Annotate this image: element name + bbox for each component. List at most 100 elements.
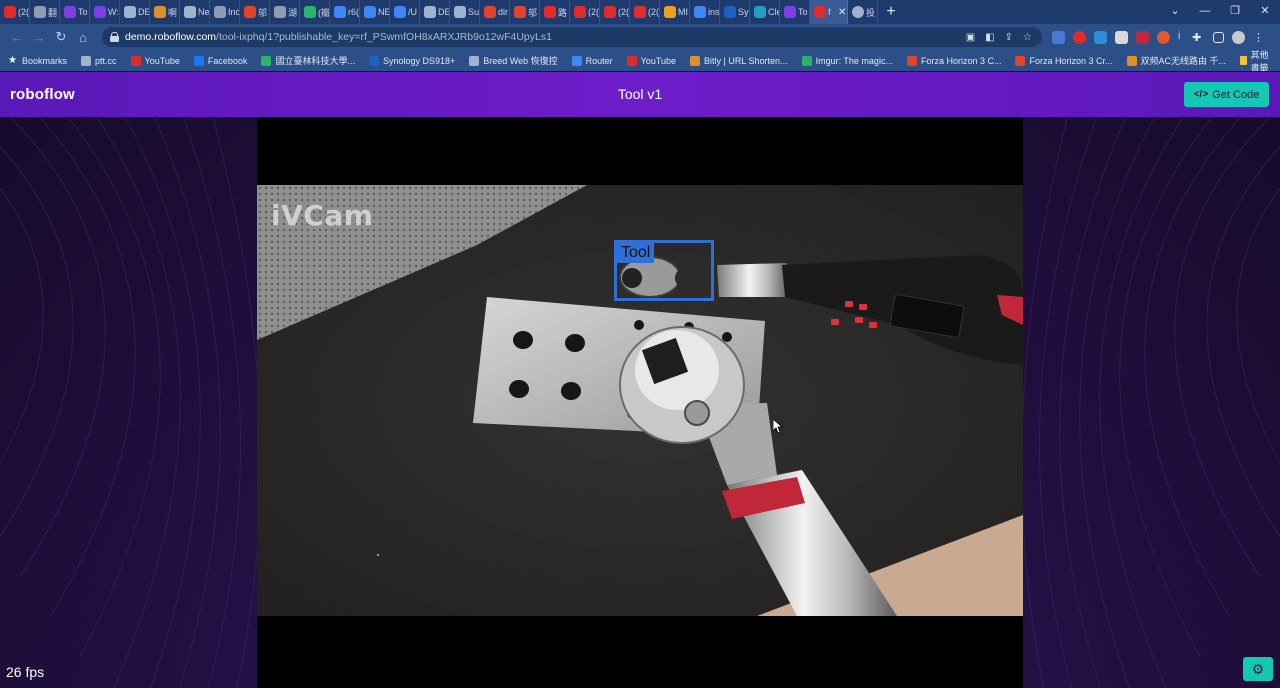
url-actions: ▣ ◧ ⇪ ☆ — [966, 32, 1042, 43]
bookmark-item[interactable]: Synology DS918+ — [368, 55, 455, 66]
browser-tab[interactable]: 湖 — [270, 0, 300, 24]
browser-tab[interactable]: r6( — [330, 0, 360, 24]
browser-tab[interactable]: 邬 — [240, 0, 270, 24]
browser-tab[interactable]: Inc — [210, 0, 240, 24]
browser-tab[interactable]: To — [60, 0, 90, 24]
browser-tab[interactable]: (2( — [630, 0, 660, 24]
bookmark-item[interactable]: Forza Horizon 3 Cr... — [1015, 55, 1113, 66]
url-field[interactable]: demo.roboflow.com /tool-ixphq/1?publisha… — [102, 27, 1042, 47]
browser-tab[interactable]: Ne — [180, 0, 210, 24]
ivcam-watermark: iVCam — [271, 199, 374, 232]
browser-tab[interactable]: 翻 — [30, 0, 60, 24]
bookmarks-menu[interactable]: ★ Bookmarks — [8, 54, 67, 66]
code-icon: </> — [1193, 89, 1209, 100]
browser-tab[interactable]: NE — [360, 0, 390, 24]
new-tab-button[interactable]: + — [878, 0, 904, 24]
browser-tab[interactable]: DE — [120, 0, 150, 24]
detection-box: Tool — [614, 240, 714, 301]
bookmark-item[interactable]: Router — [571, 55, 613, 66]
sidepanel-icon[interactable] — [1213, 31, 1224, 43]
settings-button[interactable]: ⚙ — [1243, 657, 1273, 681]
browser-tab[interactable]: W: — [90, 0, 120, 24]
active-browser-tab[interactable]: f ✕ — [810, 0, 848, 24]
tab-title: 邬 — [258, 7, 268, 18]
home-icon[interactable]: ⌂ — [72, 30, 94, 45]
extensions-bar: i ✚ ⋮ — [1052, 30, 1264, 44]
bookmark-item[interactable]: Facebook — [193, 55, 248, 66]
browser-tab[interactable]: MI — [660, 0, 690, 24]
browser-tab[interactable]: (瓣 — [300, 0, 330, 24]
browser-tab[interactable]: 路 — [540, 0, 570, 24]
translate-icon[interactable]: ◧ — [985, 32, 994, 43]
folder-icon — [1240, 56, 1247, 65]
detection-label: Tool — [617, 243, 655, 263]
browser-tab[interactable]: 投 — [848, 0, 878, 24]
avatar[interactable] — [1232, 30, 1245, 44]
info-icon[interactable]: i — [1178, 31, 1184, 44]
reload-icon[interactable]: ↻ — [50, 29, 72, 45]
close-window-button[interactable]: ✕ — [1250, 0, 1280, 24]
puzzle-icon[interactable]: ✚ — [1192, 31, 1205, 44]
bookmark-item[interactable]: 國立臺林科技大學... — [261, 54, 355, 67]
bookmark-label: 國立臺林科技大學... — [275, 56, 355, 66]
browser-tab[interactable]: 啊 — [150, 0, 180, 24]
browser-tab[interactable]: ins — [690, 0, 720, 24]
menu-icon[interactable]: ⋮ — [1253, 31, 1264, 44]
bookmark-item[interactable]: ptt.cc — [81, 55, 117, 66]
browser-tab[interactable]: dir — [480, 0, 510, 24]
browser-tab[interactable]: (2( — [570, 0, 600, 24]
close-tab-icon[interactable]: ✕ — [838, 7, 846, 18]
bookmark-item[interactable]: Forza Horizon 3 C... — [906, 55, 1001, 66]
bookmark-item[interactable]: YouTube — [626, 55, 676, 66]
tab-title: NE — [378, 7, 389, 17]
browser-tab[interactable]: Cle — [750, 0, 780, 24]
browser-tab[interactable]: Su — [450, 0, 480, 24]
extension-icon[interactable] — [1136, 30, 1149, 44]
forward-icon[interactable]: → — [28, 30, 50, 45]
extension-icon[interactable] — [1073, 30, 1086, 44]
extension-icon[interactable] — [1115, 30, 1128, 44]
bookmark-favicon-icon — [906, 55, 917, 66]
tab-title: (2( — [618, 7, 629, 17]
get-code-button[interactable]: </> Get Code — [1184, 82, 1269, 107]
tab-favicon-icon — [784, 6, 796, 18]
bookmark-favicon-icon — [1015, 55, 1026, 66]
mouse-cursor-icon — [773, 419, 783, 433]
bookmark-item[interactable]: Bitly | URL Shorten... — [690, 55, 788, 66]
bookmark-item[interactable]: Imgur: The magic... — [801, 55, 893, 66]
tab-favicon-icon — [364, 6, 376, 18]
star-icon: ★ — [8, 54, 17, 66]
bookmark-favicon-icon — [571, 55, 582, 66]
restore-button[interactable]: ❐ — [1220, 0, 1250, 24]
other-bookmarks[interactable]: 其他書籤 — [1240, 50, 1272, 71]
tab-favicon-icon — [574, 6, 586, 18]
extension-icon[interactable] — [1157, 30, 1170, 44]
bookmark-label: Facebook — [207, 55, 248, 66]
browser-tab[interactable]: (2( — [600, 0, 630, 24]
torque-shaft — [717, 263, 789, 297]
bookmark-item[interactable]: 双频AC无线路由 千... — [1126, 54, 1226, 67]
bookmark-item[interactable]: Breed Web 恢復控 — [469, 54, 558, 67]
camera-icon[interactable]: ▣ — [966, 32, 975, 43]
bookmark-star-icon[interactable]: ☆ — [1023, 32, 1032, 43]
tab-title: ins — [708, 7, 719, 17]
back-icon[interactable]: ← — [6, 30, 28, 45]
bookmark-item[interactable]: YouTube — [130, 55, 180, 66]
browser-tab[interactable]: (2( — [0, 0, 30, 24]
bookmark-list: ★ Bookmarks ptt.cc YouTube Facebook 國立臺林科技大學.… — [8, 54, 1240, 67]
browser-tab[interactable]: DE — [420, 0, 450, 24]
tab-favicon-icon — [304, 6, 316, 18]
extension-icon[interactable] — [1094, 30, 1107, 44]
share-icon[interactable]: ⇪ — [1005, 32, 1013, 43]
tab-favicon-icon — [484, 6, 496, 18]
browser-tab[interactable]: To — [780, 0, 810, 24]
minimize-button[interactable]: — — [1190, 0, 1220, 24]
extension-icon[interactable] — [1052, 30, 1065, 44]
tab-search-icon[interactable]: ⌄ — [1160, 0, 1190, 24]
browser-tab-strip: (2(翻 To W: DE 啊 Ne Inc 邬 湖 (瓣 r6(NE/U DE Su dir 邬 路 (2((… — [0, 0, 1280, 24]
browser-tab[interactable]: 邬 — [510, 0, 540, 24]
browser-tab[interactable]: Sy — [720, 0, 750, 24]
browser-tab[interactable]: /U — [390, 0, 420, 24]
lock-icon — [110, 32, 119, 42]
tab-favicon-icon — [34, 6, 46, 18]
